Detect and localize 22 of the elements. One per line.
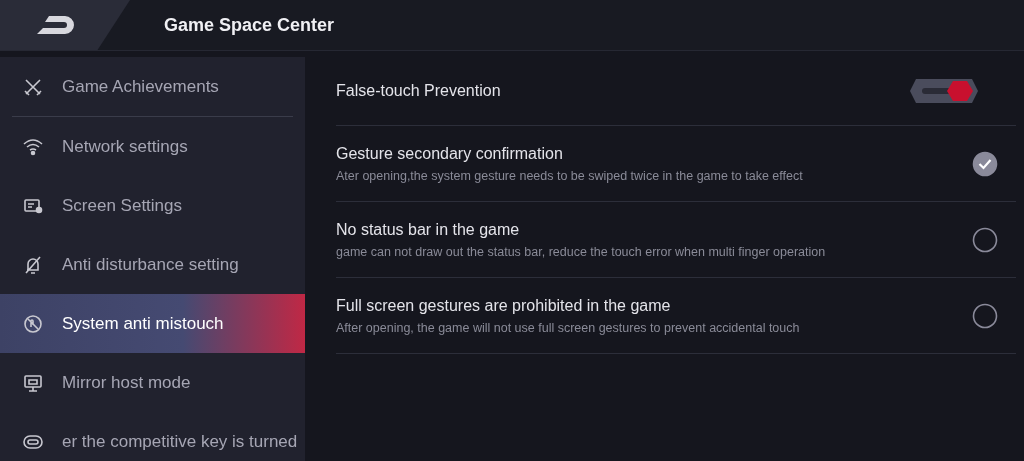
toggle-switch[interactable] [908, 77, 980, 105]
sidebar-item[interactable]: Network settings [0, 117, 305, 176]
sidebar-item[interactable]: Mirror host mode [0, 353, 305, 412]
radio-button[interactable] [972, 226, 998, 253]
sidebar-item[interactable]: Anti disturbance setting [0, 235, 305, 294]
sidebar-item[interactable]: er the competitive key is turned [0, 412, 305, 461]
checked-radio[interactable] [972, 150, 998, 177]
sidebar-item[interactable]: Game Achievements [0, 57, 305, 116]
page-title: Game Space Center [164, 14, 335, 36]
setting-title: Full screen gestures are prohibited in the game [336, 296, 672, 315]
setting-description: Ater opening,the system gesture needs to be swiped twice in the game to take effect [336, 168, 803, 183]
setting-description: After opening, the game will not use full screen gestures to prevent accidental touch [336, 320, 800, 335]
crossed-circle-icon [22, 312, 44, 335]
setting-title: Gesture secondary confirmation [336, 144, 564, 163]
setting-title: False-touch Prevention [336, 82, 501, 100]
sidebar-item[interactable]: System anti mistouch [0, 294, 305, 353]
back-button[interactable] [0, 0, 130, 50]
setting-title: No status bar in the game [336, 220, 521, 239]
setting-description: game can not draw out the status bar, reduce the touch error when multi finger operation [336, 244, 826, 259]
radio-button[interactable] [972, 302, 998, 329]
back-arrow-icon [35, 14, 75, 36]
sidebar-item[interactable]: Screen Settings [0, 176, 305, 235]
